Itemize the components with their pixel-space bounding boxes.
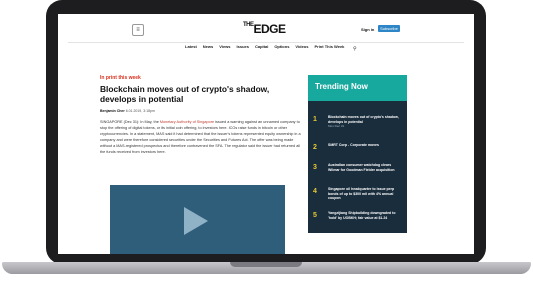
- trending-headline[interactable]: Blockchain moves out of crypto's shadow,…: [328, 115, 399, 124]
- trending-number: 4: [313, 188, 317, 195]
- nav-videos[interactable]: Videos: [295, 44, 308, 49]
- nav-capital[interactable]: Capital: [255, 44, 268, 49]
- trending-number: 1: [313, 116, 317, 123]
- body-text-2: issued a warning against an unnamed comp…: [100, 120, 301, 154]
- trending-title: Trending Now: [315, 82, 368, 91]
- trending-header: Trending Now: [308, 75, 407, 101]
- nav-news[interactable]: News: [203, 44, 213, 49]
- trending-date: Mon Dec 31: [328, 124, 345, 129]
- article-body: SINGAPORE (Dec 31): In May, the Monetary…: [100, 120, 305, 155]
- logo-the: THE: [243, 22, 254, 28]
- nav-latest[interactable]: Latest: [185, 44, 197, 49]
- nav-options[interactable]: Options: [274, 44, 289, 49]
- nav-views[interactable]: Views: [219, 44, 230, 49]
- trending-number: 2: [313, 144, 317, 151]
- article-headline: Blockchain moves out of crypto's shadow,…: [100, 84, 270, 104]
- trending-number: 5: [313, 212, 317, 219]
- subscribe-button[interactable]: Subscribe: [378, 25, 400, 32]
- search-icon[interactable]: ⚲: [353, 46, 357, 52]
- header-divider: [68, 42, 464, 43]
- trending-text[interactable]: SMRT Corp - Corporate moves: [328, 143, 403, 148]
- article-kicker[interactable]: In print this week: [100, 75, 141, 81]
- body-text-1: SINGAPORE (Dec 31): In May, the: [100, 120, 160, 124]
- trending-text[interactable]: Australian consumer watchdog clears Wilm…: [328, 163, 403, 172]
- nav-print-this-week[interactable]: Print This Week: [314, 44, 344, 49]
- video-player[interactable]: [110, 185, 285, 254]
- article-date: 6.01.2019, 3:18pm: [125, 109, 155, 113]
- signin-link[interactable]: Sign in: [361, 27, 374, 32]
- menu-icon[interactable]: ≡: [132, 24, 144, 36]
- play-icon[interactable]: [184, 207, 208, 235]
- nav-issues[interactable]: Issues: [237, 44, 249, 49]
- trending-panel: Trending Now 1 Blockchain moves out of c…: [308, 75, 407, 233]
- trending-number: 3: [313, 164, 317, 171]
- article-byline: Benjamin Cher 6.01.2019, 3:18pm: [100, 109, 155, 113]
- mas-link[interactable]: Monetary Authority of Singapore: [160, 120, 214, 124]
- logo-edge: EDGE: [253, 22, 287, 36]
- site-logo[interactable]: THEEDGE: [243, 22, 286, 36]
- trending-text[interactable]: Blockchain moves out of crypto's shadow,…: [328, 115, 403, 129]
- author-name[interactable]: Benjamin Cher: [100, 109, 125, 113]
- main-nav: Latest News Views Issues Capital Options…: [185, 44, 344, 49]
- trending-text[interactable]: Singapore oil headquarter to issue perp …: [328, 187, 403, 201]
- browser-screen: ≡ THEEDGE Sign in Subscribe Latest News …: [58, 14, 474, 254]
- trending-text[interactable]: Yangzijiang Shipbuilding downgraded to '…: [328, 211, 403, 220]
- laptop-notch: [230, 262, 302, 267]
